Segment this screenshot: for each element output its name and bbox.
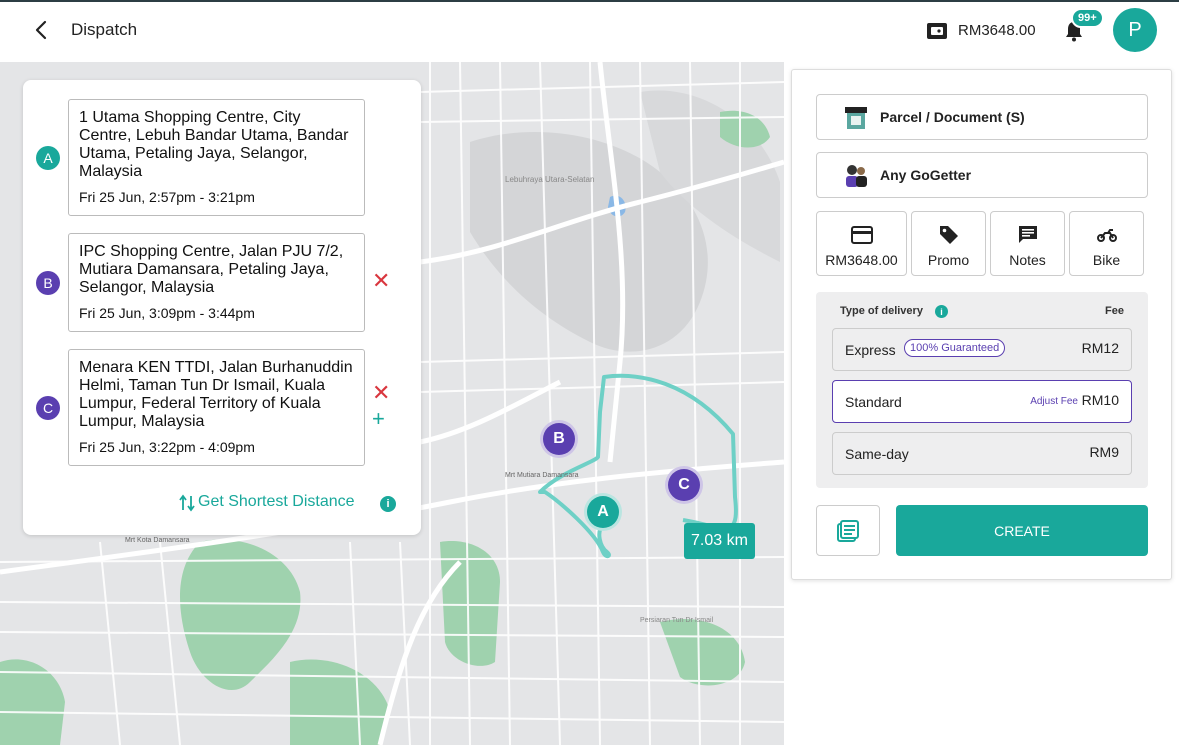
list-document-icon — [837, 519, 859, 542]
vehicle-option[interactable]: Bike — [1069, 211, 1144, 276]
stop-b-address: IPC Shopping Centre, Jalan PJU 7/2, Muti… — [79, 243, 344, 296]
map-road-label: Persiaran Tun Dr Ismail — [640, 617, 714, 624]
route-distance-label: 7.03 km — [684, 523, 755, 559]
delivery-info-icon[interactable]: i — [935, 305, 948, 318]
gogetter-avatar-icon — [846, 165, 867, 187]
notes-option[interactable]: Notes — [990, 211, 1065, 276]
driver-label: Any GoGetter — [880, 167, 972, 183]
stop-c-field[interactable]: Menara KEN TTDI, Jalan Burhanuddin Helmi… — [68, 349, 365, 466]
shortest-info-icon[interactable]: i — [380, 496, 396, 512]
page-title: Dispatch — [71, 20, 138, 39]
notification-count-badge: 99+ — [1071, 8, 1104, 28]
map-marker-a[interactable]: A — [584, 493, 622, 531]
create-button[interactable]: CREATE — [896, 505, 1148, 556]
same-day-label: Same-day — [845, 446, 909, 462]
fee-header: Fee — [1105, 305, 1124, 317]
motorbike-icon — [1096, 229, 1117, 242]
driver-selector[interactable]: Any GoGetter — [816, 152, 1148, 198]
order-summary-button[interactable] — [816, 505, 880, 556]
standard-price: RM10 — [1081, 392, 1119, 408]
guaranteed-badge: 100% Guaranteed — [904, 339, 1006, 357]
vehicle-label: Bike — [1092, 252, 1121, 268]
stop-a-time: Fri 25 Jun, 2:57pm - 3:21pm — [79, 189, 255, 205]
back-arrow-icon[interactable] — [30, 18, 54, 42]
address-card: A 1 Utama Shopping Centre, City Centre, … — [23, 80, 421, 535]
message-icon — [1018, 226, 1037, 243]
payment-label: RM3648.00 — [825, 252, 898, 268]
stop-c-letter: C — [36, 396, 60, 420]
stop-c-address: Menara KEN TTDI, Jalan Burhanuddin Helmi… — [79, 359, 353, 430]
delivery-type-header: Type of delivery — [840, 305, 923, 317]
delivery-option-standard[interactable]: Standard Adjust Fee RM10 — [832, 380, 1132, 423]
map-marker-c[interactable]: C — [665, 466, 703, 504]
app-header: Dispatch RM3648.00 99+ P — [0, 2, 1179, 62]
standard-label: Standard — [845, 394, 902, 410]
parcel-icon — [845, 107, 867, 129]
delivery-option-express[interactable]: Express 100% Guaranteed RM12 — [832, 328, 1132, 371]
tag-icon — [939, 226, 958, 244]
parcel-type-selector[interactable]: Parcel / Document (S) — [816, 94, 1148, 140]
remove-stop-b-icon[interactable]: ✕ — [372, 270, 390, 292]
stop-b-time: Fri 25 Jun, 3:09pm - 3:44pm — [79, 305, 255, 321]
express-price: RM12 — [1081, 340, 1119, 356]
stop-a-address: 1 Utama Shopping Centre, City Centre, Le… — [79, 109, 349, 180]
map-station-label: Mrt Kota Damansara — [125, 537, 190, 544]
add-stop-icon[interactable]: + — [372, 408, 385, 430]
adjust-fee-link[interactable]: Adjust Fee — [1030, 396, 1078, 407]
promo-option[interactable]: Promo — [911, 211, 986, 276]
same-day-price: RM9 — [1089, 444, 1119, 460]
express-label: Express — [845, 342, 896, 358]
user-avatar[interactable]: P — [1113, 8, 1157, 52]
remove-stop-c-icon[interactable]: ✕ — [372, 382, 390, 404]
stop-b-letter: B — [36, 271, 60, 295]
stop-b-field[interactable]: IPC Shopping Centre, Jalan PJU 7/2, Muti… — [68, 233, 365, 332]
delivery-type-section: Type of delivery i Fee Express 100% Guar… — [816, 292, 1148, 488]
map-road-label: Lebuhraya Utara-Selatan — [505, 175, 594, 184]
notes-label: Notes — [1009, 252, 1046, 268]
delivery-option-same-day[interactable]: Same-day RM9 — [832, 432, 1132, 475]
order-panel: Parcel / Document (S) Any GoGetter RM364… — [791, 69, 1172, 580]
stop-a-field[interactable]: 1 Utama Shopping Centre, City Centre, Le… — [68, 99, 365, 216]
stop-a-letter: A — [36, 146, 60, 170]
stop-c-time: Fri 25 Jun, 3:22pm - 4:09pm — [79, 439, 255, 455]
credit-card-icon — [850, 226, 873, 244]
map-marker-b[interactable]: B — [540, 420, 578, 458]
promo-label: Promo — [927, 252, 970, 268]
get-shortest-distance-link[interactable]: Get Shortest Distance — [198, 493, 355, 511]
wallet-balance: RM3648.00 — [958, 22, 1036, 39]
payment-option[interactable]: RM3648.00 — [816, 211, 907, 276]
parcel-type-label: Parcel / Document (S) — [880, 109, 1025, 125]
map-station-label: Mrt Mutiara Damansara — [505, 472, 579, 479]
shortest-route-icon[interactable] — [179, 494, 195, 512]
wallet-icon — [927, 23, 947, 39]
